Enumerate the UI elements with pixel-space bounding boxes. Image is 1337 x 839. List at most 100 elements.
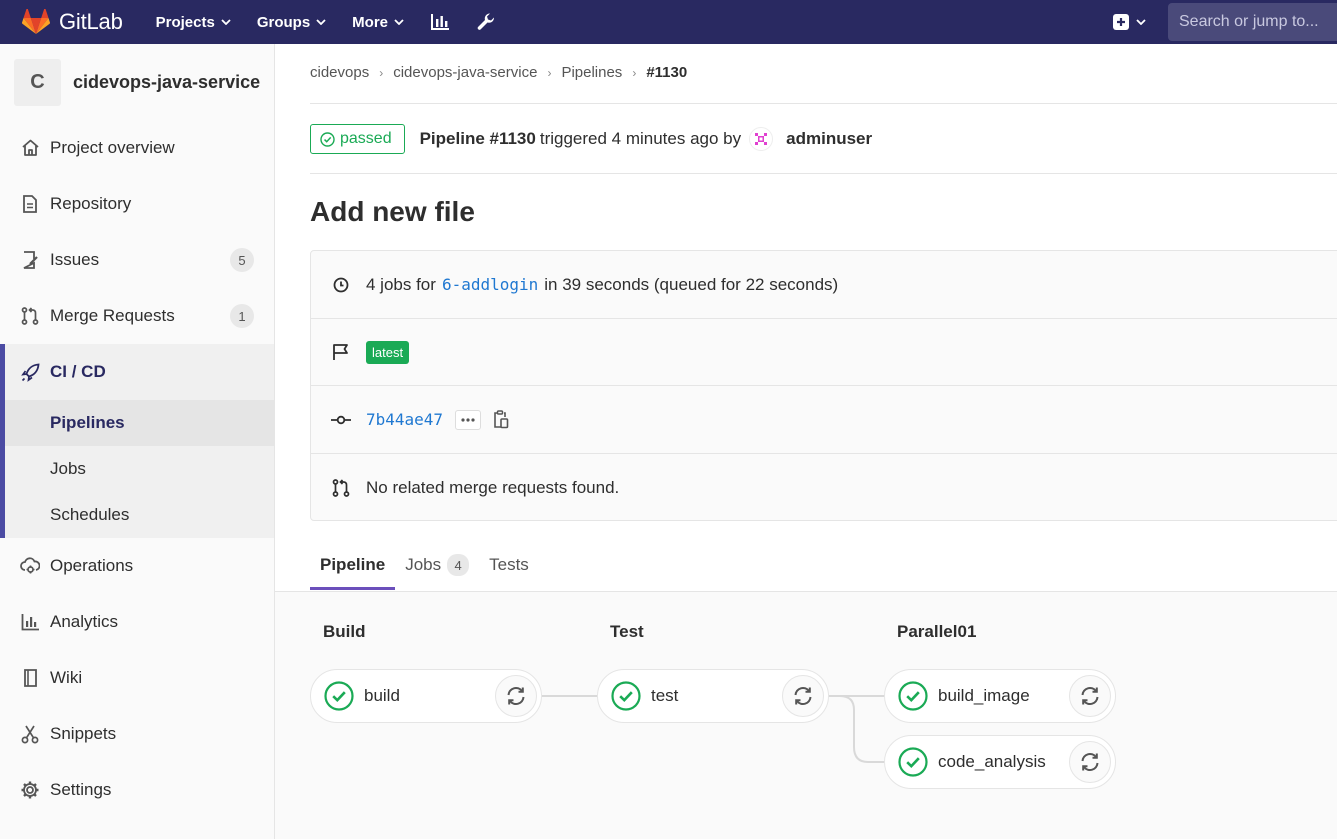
job-name: build bbox=[364, 686, 400, 705]
nav-more-label: More bbox=[352, 13, 389, 31]
tab-label: Jobs bbox=[405, 555, 442, 574]
admin-wrench-button[interactable] bbox=[463, 0, 509, 44]
chevron-down-icon bbox=[1136, 19, 1146, 25]
job-name: test bbox=[651, 686, 679, 705]
jobs-count-text: 4 jobs for bbox=[366, 274, 436, 294]
new-item-button[interactable] bbox=[1103, 0, 1156, 44]
nav-groups[interactable]: Groups bbox=[244, 0, 339, 44]
identicon-icon bbox=[755, 133, 768, 145]
sidebar-item-label: Issues bbox=[50, 250, 100, 269]
jobs-count-badge: 4 bbox=[447, 554, 470, 576]
activity-chart-button[interactable] bbox=[417, 0, 463, 44]
pipeline-header: passed Pipeline #1130 triggered 4 minute… bbox=[310, 124, 872, 154]
search-placeholder: Search or jump to... bbox=[1179, 13, 1319, 30]
latest-badge: latest bbox=[366, 340, 410, 364]
breadcrumb-group[interactable]: cidevops bbox=[310, 64, 369, 81]
job-name: code_analysis bbox=[938, 752, 1046, 771]
chevron-right-icon: › bbox=[547, 65, 552, 80]
merge-request-icon bbox=[331, 479, 351, 497]
retry-icon bbox=[794, 687, 812, 705]
sidebar-subitem-schedules[interactable]: Schedules bbox=[5, 492, 274, 538]
username-link[interactable]: adminuser bbox=[786, 129, 872, 149]
sidebar-item-project-overview[interactable]: Project overview bbox=[0, 120, 274, 176]
chevron-down-icon bbox=[316, 19, 326, 25]
sidebar-subitem-jobs[interactable]: Jobs bbox=[5, 446, 274, 492]
nav-projects[interactable]: Projects bbox=[143, 0, 244, 44]
project-sidebar: C cidevops-java-service Project overview… bbox=[0, 44, 275, 839]
chevron-down-icon bbox=[394, 19, 404, 25]
clipboard-icon bbox=[494, 410, 509, 429]
retry-button[interactable] bbox=[1069, 741, 1111, 783]
brand-name: GitLab bbox=[59, 9, 123, 34]
no-merge-requests-text: No related merge requests found. bbox=[366, 478, 620, 497]
job-build-image[interactable]: build_image bbox=[884, 669, 1116, 723]
sidebar-project-header[interactable]: C cidevops-java-service bbox=[0, 44, 274, 120]
tag-row: latest bbox=[311, 319, 1337, 386]
clock-icon bbox=[331, 277, 351, 293]
sidebar-item-settings[interactable]: Settings bbox=[0, 762, 274, 818]
check-circle-icon bbox=[898, 747, 928, 777]
sidebar-item-cicd[interactable]: CI / CD bbox=[5, 344, 274, 400]
job-name: build_image bbox=[938, 686, 1030, 705]
ellipsis-icon bbox=[461, 417, 475, 422]
nav-projects-label: Projects bbox=[155, 13, 215, 31]
doc-icon bbox=[20, 194, 40, 214]
sidebar-item-label: Repository bbox=[50, 194, 132, 213]
scissors-icon bbox=[20, 724, 40, 744]
sidebar-item-label: Operations bbox=[50, 556, 134, 575]
stage-title-parallel01: Parallel01 bbox=[897, 622, 977, 641]
breadcrumb-project[interactable]: cidevops-java-service bbox=[393, 64, 537, 81]
retry-button[interactable] bbox=[782, 675, 824, 717]
breadcrumb-pipelines[interactable]: Pipelines bbox=[561, 64, 622, 81]
tab-pipeline[interactable]: Pipeline bbox=[310, 540, 396, 590]
breadcrumb-pipeline-id[interactable]: #1130 bbox=[646, 64, 687, 81]
commit-sha-link[interactable]: 7b44ae47 bbox=[366, 410, 443, 429]
retry-icon bbox=[507, 687, 525, 705]
job-code-analysis[interactable]: code_analysis bbox=[884, 735, 1116, 789]
check-circle-icon bbox=[898, 681, 928, 711]
nav-more[interactable]: More bbox=[339, 0, 417, 44]
gitlab-brand[interactable]: GitLab bbox=[22, 9, 123, 35]
main-content: cidevops › cidevops-java-service › Pipel… bbox=[275, 44, 1337, 839]
sidebar-item-wiki[interactable]: Wiki bbox=[0, 650, 274, 706]
sidebar-item-merge-requests[interactable]: Merge Requests 1 bbox=[0, 288, 274, 344]
retry-button[interactable] bbox=[495, 675, 537, 717]
pipeline-info-box: 4 jobs for 6-addlogin in 39 seconds (que… bbox=[310, 250, 1337, 521]
tab-jobs[interactable]: Jobs 4 bbox=[395, 540, 479, 590]
branch-link[interactable]: 6-addlogin bbox=[442, 275, 538, 294]
sidebar-item-label: Analytics bbox=[50, 612, 119, 631]
retry-icon bbox=[1081, 687, 1099, 705]
check-circle-icon bbox=[611, 681, 641, 711]
pipeline-label: Pipeline #1130 bbox=[419, 129, 536, 148]
bar-chart-icon bbox=[431, 14, 450, 30]
job-build[interactable]: build bbox=[310, 669, 542, 723]
pipeline-tabs: Pipeline Jobs 4 Tests bbox=[310, 540, 1337, 590]
sidebar-item-analytics[interactable]: Analytics bbox=[0, 594, 274, 650]
tab-tests[interactable]: Tests bbox=[479, 540, 539, 590]
status-badge[interactable]: passed bbox=[310, 124, 405, 154]
copy-sha-button[interactable] bbox=[493, 410, 509, 429]
sidebar-item-label: Merge Requests bbox=[50, 306, 175, 325]
sidebar-item-repository[interactable]: Repository bbox=[0, 176, 274, 232]
flag-icon bbox=[331, 343, 351, 361]
sidebar-item-operations[interactable]: Operations bbox=[0, 538, 274, 594]
book-icon bbox=[20, 668, 40, 688]
issues-icon bbox=[20, 250, 40, 270]
sidebar-item-label: Wiki bbox=[50, 668, 83, 687]
retry-button[interactable] bbox=[1069, 675, 1111, 717]
merge-request-icon bbox=[20, 306, 40, 326]
jobs-summary-row: 4 jobs for 6-addlogin in 39 seconds (que… bbox=[311, 251, 1337, 319]
chevron-down-icon bbox=[221, 19, 231, 25]
expand-commit-message-button[interactable] bbox=[455, 409, 482, 430]
search-input[interactable]: Search or jump to... bbox=[1168, 3, 1337, 41]
home-icon bbox=[20, 138, 40, 158]
merge-requests-count-badge: 1 bbox=[230, 304, 254, 328]
sidebar-item-snippets[interactable]: Snippets bbox=[0, 706, 274, 762]
job-test[interactable]: test bbox=[597, 669, 829, 723]
chevron-right-icon: › bbox=[379, 65, 384, 80]
user-avatar[interactable] bbox=[749, 127, 774, 151]
sidebar-item-issues[interactable]: Issues 5 bbox=[0, 232, 274, 288]
check-circle-icon bbox=[324, 681, 354, 711]
sidebar-subitem-pipelines[interactable]: Pipelines bbox=[5, 400, 274, 446]
breadcrumb: cidevops › cidevops-java-service › Pipel… bbox=[310, 64, 687, 81]
